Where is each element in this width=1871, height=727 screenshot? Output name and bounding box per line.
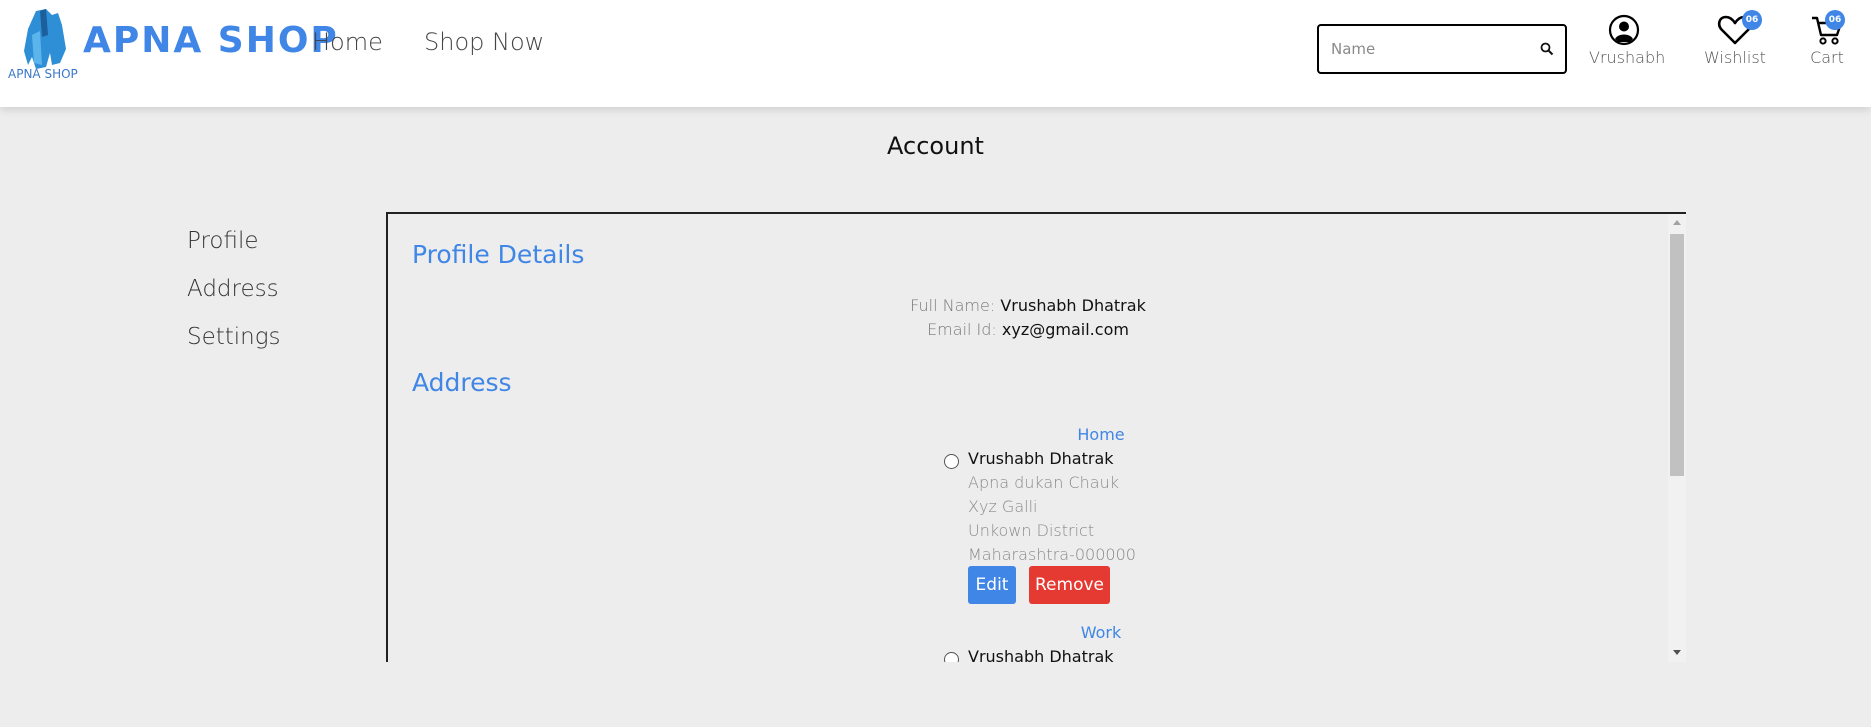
email-value: xyz@gmail.com: [1001, 320, 1129, 339]
scroll-up-arrow-icon[interactable]: [1673, 220, 1681, 225]
full-name-label: Full Name:: [910, 296, 996, 315]
address-line-3: Unkown District: [968, 521, 1095, 540]
user-icon: [1608, 14, 1640, 46]
user-label: Vrushabh: [1589, 48, 1666, 67]
edit-address-button[interactable]: Edit: [968, 566, 1016, 604]
email-row: Email Id: xyz@gmail.com: [388, 320, 1668, 339]
sidebar-item-address[interactable]: Address: [187, 276, 281, 324]
search-icon[interactable]: [1539, 41, 1555, 57]
address-radio-home[interactable]: [944, 454, 959, 469]
top-header: APNA SHOP APNA SHOP Home Shop Now Vrusha…: [0, 0, 1871, 107]
nav-shop-now-link[interactable]: Shop Now: [424, 28, 544, 56]
address-name: Vrushabh Dhatrak: [968, 449, 1114, 468]
page-title: Account: [887, 132, 984, 160]
address-type-home: Home: [1077, 425, 1125, 444]
address-name: Vrushabh Dhatrak: [968, 647, 1114, 662]
account-sidebar: Profile Address Settings: [187, 228, 281, 372]
cart-count-badge: 06: [1825, 10, 1845, 30]
search-input[interactable]: [1331, 36, 1531, 62]
address-line-4: Maharashtra-000000: [968, 545, 1136, 564]
full-name-row: Full Name: Vrushabh Dhatrak: [388, 296, 1668, 315]
wishlist-count-badge: 06: [1742, 10, 1762, 30]
cart-label: Cart: [1810, 48, 1844, 67]
account-content-panel: Profile Details Full Name: Vrushabh Dhat…: [386, 212, 1686, 662]
panel-scrollbar[interactable]: [1668, 214, 1686, 662]
address-line-2: Xyz Galli: [968, 497, 1038, 516]
brand-title[interactable]: APNA SHOP: [83, 20, 339, 61]
nav-home-link[interactable]: Home: [312, 28, 383, 56]
search-box: [1317, 24, 1567, 74]
email-label: Email Id:: [927, 320, 997, 339]
profile-details-heading: Profile Details: [412, 240, 585, 269]
full-name-value: Vrushabh Dhatrak: [1000, 296, 1146, 315]
account-menu[interactable]: Vrushabh: [1589, 14, 1666, 67]
address-line-1: Apna dukan Chauk: [968, 473, 1119, 492]
address-type-work: Work: [1080, 623, 1122, 642]
sidebar-item-settings[interactable]: Settings: [187, 324, 281, 372]
logo-caption: APNA SHOP: [8, 67, 78, 81]
sidebar-item-profile[interactable]: Profile: [187, 228, 281, 276]
remove-address-button[interactable]: Remove: [1029, 566, 1110, 604]
scrollbar-thumb[interactable]: [1670, 234, 1684, 476]
scroll-down-arrow-icon[interactable]: [1673, 650, 1681, 655]
wishlist-label: Wishlist: [1704, 48, 1766, 67]
address-radio-work[interactable]: [944, 652, 959, 662]
address-heading: Address: [412, 368, 512, 397]
